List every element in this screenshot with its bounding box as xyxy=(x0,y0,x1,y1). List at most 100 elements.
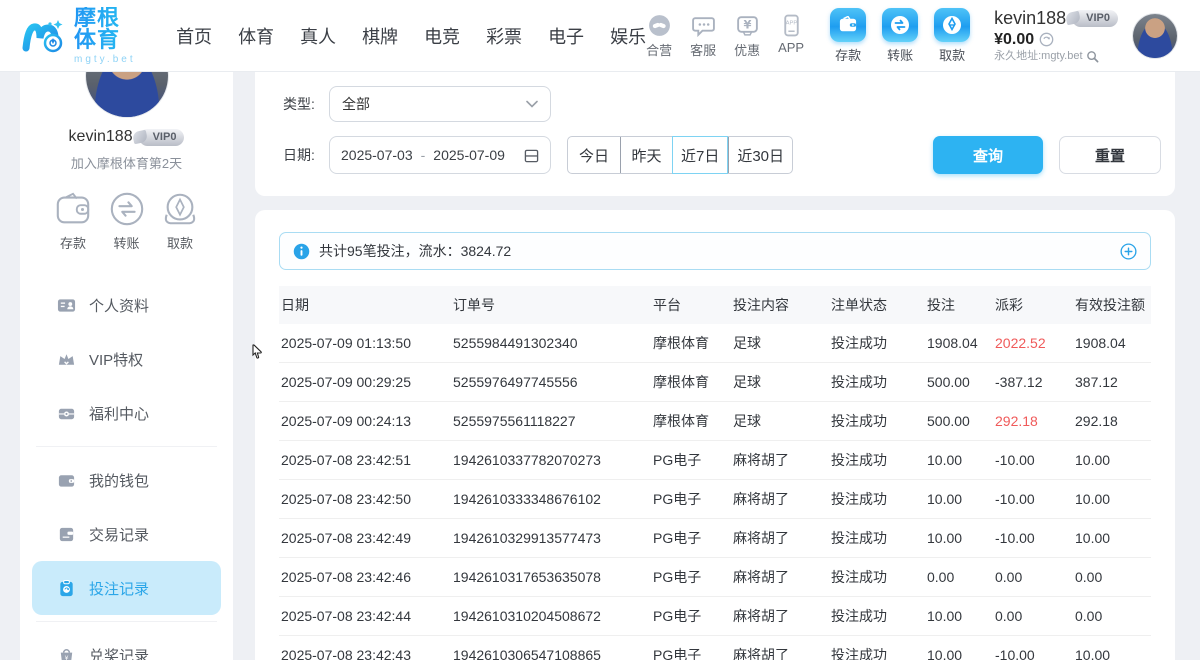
cell-payout: 0.00 xyxy=(995,608,1075,624)
nav-money-存款[interactable]: 存款 xyxy=(830,8,866,64)
wallet-icon xyxy=(57,471,76,490)
refresh-balance-icon[interactable] xyxy=(1039,32,1054,47)
sidebar-item-交易记录[interactable]: 交易记录 xyxy=(20,507,233,561)
nav-item-1[interactable]: 首页 xyxy=(176,23,212,49)
range-button-昨天[interactable]: 昨天 xyxy=(620,137,672,173)
table-row[interactable]: 2025-07-08 23:42:431942610306547108865PG… xyxy=(279,636,1151,660)
nav-item-4[interactable]: 棋牌 xyxy=(362,23,398,49)
nav-money-取款[interactable]: 取款 xyxy=(934,8,970,64)
cell-content: 麻将胡了 xyxy=(733,489,831,509)
cell-order: 1942610317653635078 xyxy=(453,569,653,585)
cell-valid: 292.18 xyxy=(1075,413,1149,429)
type-select-value: 全部 xyxy=(342,94,370,114)
nav-item-5[interactable]: 电竞 xyxy=(424,23,460,49)
cell-status: 投注成功 xyxy=(831,372,927,392)
vip-badge: VIP0 xyxy=(1072,10,1118,27)
user-info-block: kevin188 VIP0 ¥0.00 永久地址:mgty.bet xyxy=(994,7,1118,63)
site-domain: mgty.bet xyxy=(74,55,142,65)
table-row[interactable]: 2025-07-08 23:42:461942610317653635078PG… xyxy=(279,558,1151,597)
username[interactable]: kevin188 xyxy=(994,7,1066,30)
site-title: 摩根体育 xyxy=(74,7,142,51)
sidebar-quick-取款[interactable]: 取款 xyxy=(159,190,201,252)
range-button-近30日[interactable]: 近30日 xyxy=(728,137,792,173)
customer-service-icon xyxy=(690,12,716,38)
user-avatar[interactable] xyxy=(1132,13,1178,59)
records-panel: 共计95笔投注，流水：3824.72 日期订单号平台投注内容注单状态投注派彩有效… xyxy=(255,210,1175,660)
column-header-日期: 日期 xyxy=(281,295,453,315)
table-row[interactable]: 2025-07-08 23:42:441942610310204508672PG… xyxy=(279,597,1151,636)
nav-item-8[interactable]: 娱乐 xyxy=(610,23,646,49)
nav-item-7[interactable]: 电子 xyxy=(548,23,584,49)
nav-money-转账[interactable]: 转账 xyxy=(882,8,918,64)
sidebar-quick-转账[interactable]: 转账 xyxy=(106,190,148,252)
vip-crown-icon xyxy=(57,350,76,369)
table-row[interactable]: 2025-07-08 23:42:511942610337782070273PG… xyxy=(279,441,1151,480)
cell-bet: 10.00 xyxy=(927,530,995,546)
nav-utility-合营[interactable]: 合营 xyxy=(646,12,672,59)
column-header-投注: 投注 xyxy=(927,295,995,315)
date-filter-label: 日期: xyxy=(283,145,329,165)
sidebar-quick-label: 存款 xyxy=(60,233,86,252)
cell-valid: 10.00 xyxy=(1075,452,1149,468)
app-icon: APP xyxy=(778,12,804,38)
cell-bet: 10.00 xyxy=(927,491,995,507)
table-row[interactable]: 2025-07-08 23:42:501942610333348676102PG… xyxy=(279,480,1151,519)
nav-item-6[interactable]: 彩票 xyxy=(486,23,522,49)
sidebar-item-个人资料[interactable]: 个人资料 xyxy=(20,278,233,332)
cell-date: 2025-07-08 23:42:44 xyxy=(281,608,453,624)
table-row[interactable]: 2025-07-09 00:29:255255976497745556摩根体育足… xyxy=(279,363,1151,402)
type-filter-label: 类型: xyxy=(283,94,329,114)
sidebar-item-label: 福利中心 xyxy=(89,403,149,424)
transfer-outline-icon xyxy=(106,190,148,228)
cell-valid: 0.00 xyxy=(1075,608,1149,624)
table-row[interactable]: 2025-07-08 23:42:491942610329913577473PG… xyxy=(279,519,1151,558)
sidebar-quick-label: 取款 xyxy=(167,233,193,252)
nav-money-group: 存款转账 取款 xyxy=(830,8,970,64)
date-range-picker[interactable]: 2025-07-03 - 2025-07-09 xyxy=(329,136,551,174)
cell-order: 1942610337782070273 xyxy=(453,452,653,468)
cell-order: 5255975561118227 xyxy=(453,413,653,429)
sidebar-item-福利中心[interactable]: 福利中心 xyxy=(20,386,233,440)
sidebar-item-VIP特权[interactable]: VIP特权 xyxy=(20,332,233,386)
sidebar-item-label: 交易记录 xyxy=(89,524,149,545)
column-header-注单状态: 注单状态 xyxy=(831,295,927,315)
nav-item-3[interactable]: 真人 xyxy=(300,23,336,49)
nav-utility-客服[interactable]: 客服 xyxy=(690,12,716,59)
search-button[interactable]: 查询 xyxy=(933,136,1043,174)
range-button-近7日[interactable]: 近7日 xyxy=(672,136,728,174)
nav-utility-优惠[interactable]: ¥优惠 xyxy=(734,12,760,59)
column-header-派彩: 派彩 xyxy=(995,295,1075,315)
sidebar-quick-存款[interactable]: 存款 xyxy=(52,190,94,252)
cell-status: 投注成功 xyxy=(831,450,927,470)
sidebar-item-兑奖记录[interactable]: ¥兑奖记录 xyxy=(20,628,233,660)
sidebar-item-我的钱包[interactable]: 我的钱包 xyxy=(20,453,233,507)
nav-utility-APP[interactable]: APPAPP xyxy=(778,12,804,59)
column-header-订单号: 订单号 xyxy=(453,295,653,315)
table-row[interactable]: 2025-07-09 01:13:505255984491302340摩根体育足… xyxy=(279,324,1151,363)
nav-item-2[interactable]: 体育 xyxy=(238,23,274,49)
nav-money-label: 转账 xyxy=(887,45,913,64)
expand-plus-icon[interactable] xyxy=(1120,243,1137,260)
deposit-outline-icon xyxy=(52,190,94,228)
range-button-今日[interactable]: 今日 xyxy=(568,137,620,173)
table-row[interactable]: 2025-07-09 00:24:135255975561118227摩根体育足… xyxy=(279,402,1151,441)
cell-platform: PG电子 xyxy=(653,528,733,548)
sidebar-item-投注记录[interactable]: 投注记录 xyxy=(32,561,221,615)
filter-panel: 类型: 全部 日期: 2025-07-03 - 2025-07-09 今日昨天近… xyxy=(255,72,1175,196)
cell-bet: 1908.04 xyxy=(927,335,995,351)
cell-status: 投注成功 xyxy=(831,333,927,353)
magnifier-icon[interactable] xyxy=(1086,50,1099,63)
cell-platform: PG电子 xyxy=(653,606,733,626)
sidebar-avatar[interactable] xyxy=(85,72,169,118)
cell-status: 投注成功 xyxy=(831,645,927,660)
cell-bet: 10.00 xyxy=(927,647,995,660)
type-select[interactable]: 全部 xyxy=(329,86,551,122)
sidebar-item-label: 投注记录 xyxy=(89,578,149,599)
site-logo[interactable]: 摩根体育 mgty.bet xyxy=(22,7,142,65)
cell-status: 投注成功 xyxy=(831,567,927,587)
cell-status: 投注成功 xyxy=(831,411,927,431)
quick-range-group: 今日昨天近7日近30日 xyxy=(567,136,793,174)
reset-button[interactable]: 重置 xyxy=(1059,136,1161,174)
sidebar-quick-actions: 存款 转账取款 xyxy=(20,190,233,252)
transaction-record-icon xyxy=(57,525,76,544)
